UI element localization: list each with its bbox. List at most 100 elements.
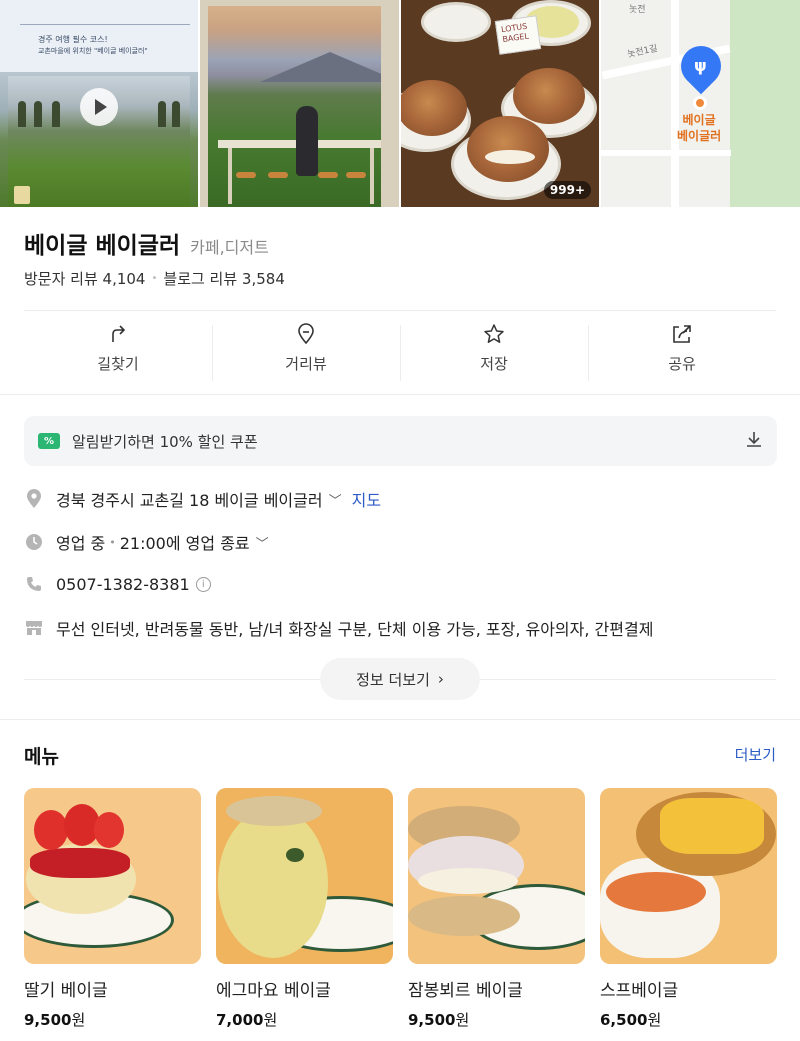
tree-shape	[158, 101, 166, 127]
menu-item-name: 딸기 베이글	[24, 981, 108, 1001]
tree-shape	[172, 101, 180, 127]
save-button[interactable]: 저장	[400, 311, 588, 386]
directions-button[interactable]: 길찾기	[24, 311, 212, 386]
phone-icon	[24, 574, 44, 594]
poster-text-line2: 교촌마을에 위치한 "베이글 베이글러"	[38, 47, 148, 55]
strawberry	[34, 810, 68, 850]
herb-garnish	[286, 848, 304, 862]
phone-number[interactable]: 0507-1382-8381	[56, 575, 190, 594]
poster-divider	[20, 24, 190, 25]
price-unit: 원	[263, 1011, 278, 1029]
chevron-right-icon: ›	[437, 670, 444, 688]
menu-item-name: 에그마요 베이글	[216, 981, 331, 1001]
address-row: 경북 경주시 교촌길 18 베이글 베이글러 ﹀ 지도	[24, 487, 381, 511]
amenities-text: 무선 인터넷, 반려동물 동반, 남/녀 화장실 구분, 단체 이용 가능, 포…	[56, 620, 654, 639]
visitor-review-link[interactable]: 방문자 리뷰 4,104	[24, 268, 145, 289]
more-info-button[interactable]: 정보 더보기 ›	[320, 658, 480, 700]
fork-knife-icon: ψ	[694, 56, 707, 75]
bakery-sign: LOTUS BAGEL	[494, 15, 542, 55]
map-place-label: 베이글 베이글러	[677, 112, 721, 144]
coupon-icon: %	[38, 433, 60, 449]
map-road	[671, 0, 679, 207]
street-view-icon	[295, 323, 317, 345]
place-category: 카페,디저트	[190, 238, 269, 257]
save-label: 저장	[480, 355, 508, 373]
phone-row: 0507-1382-8381 i	[24, 574, 211, 594]
star-icon	[483, 323, 505, 345]
window-frame	[200, 0, 399, 207]
price-unit: 원	[455, 1011, 470, 1029]
butter-slice	[418, 868, 518, 894]
menu-more-link[interactable]: 더보기	[735, 744, 776, 765]
street-view-button[interactable]: 거리뷰	[212, 311, 400, 386]
place-title-row: 베이글 베이글러 카페,디저트	[24, 226, 269, 260]
share-icon	[671, 323, 693, 345]
menu-item-name: 스프베이글	[600, 981, 679, 1001]
blog-review-link[interactable]: 블로그 리뷰 3,584	[163, 268, 284, 289]
photo-bagels[interactable]: LOTUS BAGEL 999+	[401, 0, 599, 207]
menu-item-price: 9,500원	[408, 1009, 585, 1030]
action-bar: 길찾기 거리뷰 저장 공유	[24, 310, 776, 386]
menu-item-image	[408, 788, 585, 964]
place-name: 베이글 베이글러	[24, 233, 181, 259]
cheese-slice	[660, 798, 764, 854]
price-unit: 원	[647, 1011, 662, 1029]
photo-cafe-terrace[interactable]	[200, 0, 399, 207]
drink-glass	[14, 186, 30, 204]
plate	[421, 2, 491, 42]
price-value: 9,500	[24, 1011, 72, 1029]
store-icon	[24, 618, 44, 638]
share-button[interactable]: 공유	[588, 311, 776, 386]
cream	[485, 150, 535, 164]
menu-item-price: 7,000원	[216, 1009, 393, 1030]
map-place-label-line1: 베이글	[682, 113, 716, 127]
soup	[606, 872, 706, 912]
strawberry-sauce	[30, 848, 130, 878]
price-unit: 원	[71, 1011, 86, 1029]
street-view-label: 거리뷰	[285, 355, 327, 373]
photo-strip: 경주 여행 필수 코스! 교촌마을에 위치한 "베이글 베이글러" LOTUS …	[0, 0, 800, 207]
map-park-area	[730, 0, 800, 207]
bagel-bottom	[408, 896, 520, 936]
chevron-down-icon[interactable]: ﹀	[256, 533, 269, 552]
menu-item[interactable]: 스프베이글 6,500원	[600, 788, 777, 1030]
section-divider	[0, 394, 800, 395]
menu-item[interactable]: 딸기 베이글 9,500원	[24, 788, 201, 1030]
photo-video-thumbnail[interactable]: 경주 여행 필수 코스! 교촌마을에 위치한 "베이글 베이글러"	[0, 0, 198, 207]
menu-item[interactable]: 잠봉뵈르 베이글 9,500원	[408, 788, 585, 1030]
closing-time[interactable]: 21:00에 영업 종료	[120, 530, 250, 554]
review-summary: 방문자 리뷰 4,104 • 블로그 리뷰 3,584	[24, 268, 285, 289]
separator-dot: •	[151, 273, 158, 284]
coupon-banner[interactable]: % 알림받기하면 10% 할인 쿠폰	[24, 416, 777, 466]
tree-shape	[52, 101, 60, 127]
play-icon[interactable]	[80, 88, 118, 126]
menu-item-image	[24, 788, 201, 964]
section-divider	[0, 719, 800, 720]
menu-item-image	[600, 788, 777, 964]
directions-label: 길찾기	[97, 355, 139, 373]
menu-item[interactable]: 에그마요 베이글 7,000원	[216, 788, 393, 1030]
menu-item-image	[216, 788, 393, 964]
download-icon[interactable]	[745, 430, 763, 452]
address-text[interactable]: 경북 경주시 교촌길 18 베이글 베이글러	[56, 487, 323, 511]
menu-item-price: 9,500원	[24, 1009, 201, 1030]
menu-item-name: 잠봉뵈르 베이글	[408, 981, 523, 1001]
price-value: 9,500	[408, 1011, 456, 1029]
open-status: 영업 중	[56, 534, 106, 553]
more-info-label: 정보 더보기	[356, 670, 430, 689]
directions-icon	[107, 323, 129, 345]
info-icon[interactable]: i	[195, 576, 211, 592]
map-road	[601, 150, 731, 156]
map-place-label-line2: 베이글러	[677, 129, 722, 143]
map-thumbnail[interactable]: 놋전1길 놋전 ψ 베이글 베이글러	[601, 0, 800, 207]
amenities-row: 무선 인터넷, 반려동물 동반, 남/녀 화장실 구분, 단체 이용 가능, 포…	[24, 616, 653, 640]
photo-count-badge: 999+	[543, 181, 591, 199]
bagel	[513, 68, 585, 124]
separator-dot: •	[109, 535, 116, 549]
clock-icon	[24, 532, 44, 552]
menu-grid: 딸기 베이글 9,500원 에그마요 베이글 7,000원 잠봉뵈르 베이글 9…	[24, 788, 777, 1030]
chevron-down-icon[interactable]: ﹀	[329, 490, 342, 509]
bagel	[467, 116, 549, 182]
map-link[interactable]: 지도	[352, 487, 381, 511]
share-label: 공유	[668, 355, 696, 373]
